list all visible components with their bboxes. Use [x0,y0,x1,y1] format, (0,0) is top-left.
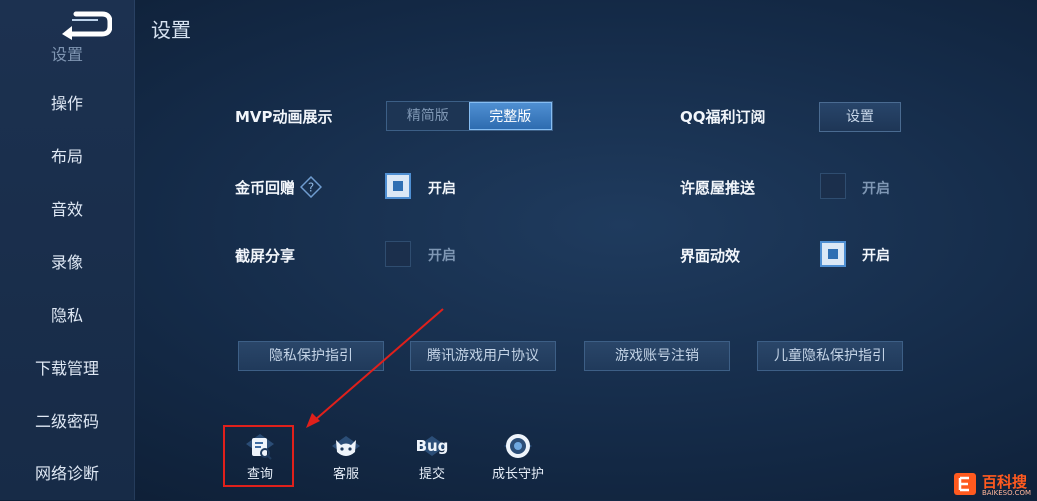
back-icon[interactable] [58,10,112,40]
svg-text:?: ? [308,181,314,195]
growth-guard-tool-button[interactable]: 成长守护 [488,432,548,482]
ring-shield-icon [504,434,532,458]
qq-subscription-label: QQ福利订阅 [680,108,766,126]
page-title: 设置 [151,18,191,42]
sidebar-item-partial[interactable]: 设置 [0,40,134,62]
privacy-guide-link[interactable]: 隐私保护指引 [238,341,384,371]
sidebar: 设置 操作 布局 音效 录像 隐私 下载管理 二级密码 网络诊断 [0,0,135,500]
submit-tool-button[interactable]: Bug 提交 [402,432,462,482]
coin-rebate-checkbox[interactable] [385,173,411,199]
growth-guard-tool-label: 成长守护 [491,467,544,482]
help-icon[interactable]: ? [300,176,322,198]
sidebar-item-operation[interactable]: 操作 [0,84,134,124]
sidebar-item-layout[interactable]: 布局 [0,137,134,177]
sidebar-item-secondary-password[interactable]: 二级密码 [0,402,134,442]
user-agreement-link[interactable]: 腾讯游戏用户协议 [410,341,556,371]
bug-icon: Bug [416,436,449,456]
highlight-box [223,425,294,487]
mvp-animation-label: MVP动画展示 [235,108,333,126]
coin-rebate-label: 金币回赠 [235,179,296,197]
sidebar-item-network-diagnosis[interactable]: 网络诊断 [0,454,134,494]
mvp-option-full[interactable]: 完整版 [468,102,552,130]
mvp-animation-toggle: 精简版 完整版 [386,101,553,131]
qq-settings-button[interactable]: 设置 [819,102,901,132]
child-privacy-guide-link[interactable]: 儿童隐私保护指引 [757,341,903,371]
watermark: 百科搜 BAIKESO.COM [952,471,1037,500]
screenshot-share-state: 开启 [428,248,456,264]
cat-face-icon [332,436,360,456]
screenshot-share-checkbox[interactable] [385,241,411,267]
account-deletion-link[interactable]: 游戏账号注销 [584,341,730,371]
ui-effects-checkbox[interactable] [820,241,846,267]
wish-push-checkbox[interactable] [820,173,846,199]
sidebar-item-recording[interactable]: 录像 [0,243,134,283]
mvp-option-simple[interactable]: 精简版 [387,102,469,130]
support-tool-button[interactable]: 客服 [316,432,376,482]
sidebar-item-sound[interactable]: 音效 [0,190,134,230]
submit-tool-label: 提交 [418,467,445,482]
ui-effects-state: 开启 [862,248,890,264]
wish-push-label: 许愿屋推送 [680,179,756,197]
sidebar-item-downloads[interactable]: 下载管理 [0,349,134,389]
coin-rebate-state: 开启 [428,181,456,197]
screenshot-share-label: 截屏分享 [235,247,296,265]
wish-push-state: 开启 [862,181,890,197]
support-tool-label: 客服 [332,467,359,482]
svg-text:Bug: Bug [416,437,449,455]
ui-effects-label: 界面动效 [680,247,741,265]
baikeso-logo-icon [954,473,976,495]
sidebar-item-privacy[interactable]: 隐私 [0,296,134,336]
watermark-sub: BAIKESO.COM [982,489,1031,497]
